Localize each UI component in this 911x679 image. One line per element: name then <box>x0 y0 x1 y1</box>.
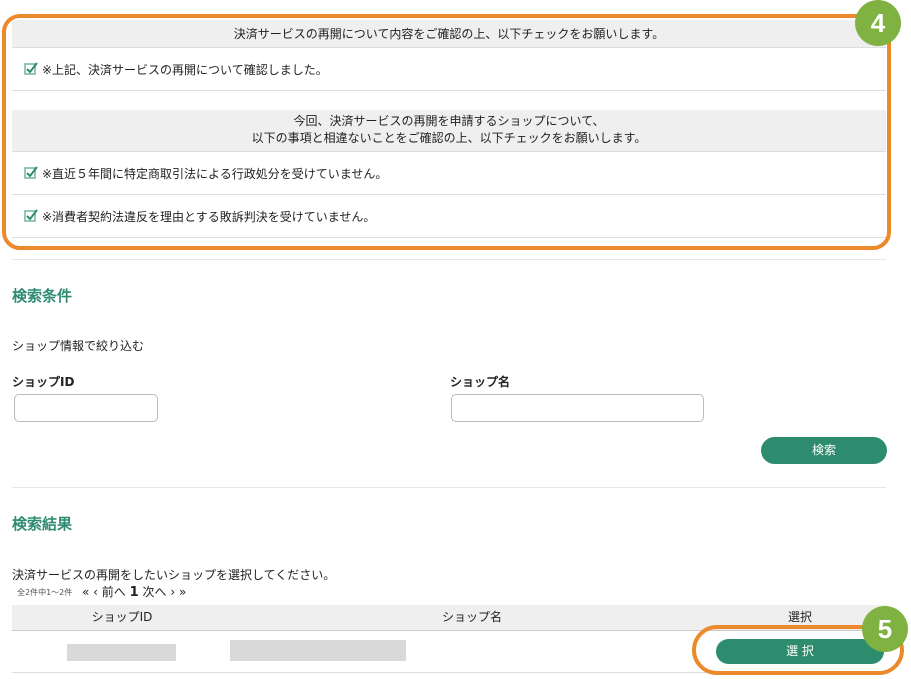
pager-current-page: 1 <box>129 585 139 600</box>
confirm-header-2-line2: 以下の事項と相違ないことをご確認の上、以下チェックをお願いします。 <box>251 131 647 145</box>
checked-checkbox-icon[interactable] <box>24 209 38 223</box>
confirm-header-1: 決済サービスの再開について内容をご確認の上、以下チェックをお願いします。 <box>12 20 886 48</box>
results-section-title: 検索結果 <box>12 515 73 533</box>
step-badge-5: 5 <box>862 606 908 652</box>
confirmation-section: 決済サービスの再開について内容をご確認の上、以下チェックをお願いします。 ※上記… <box>12 20 886 238</box>
column-header-shop-name: ショップ名 <box>441 610 502 624</box>
redacted-shop-id <box>67 644 176 661</box>
confirm-check-label-1: ※上記、決済サービスの再開について確認しました。 <box>42 62 328 77</box>
shop-name-label: ショップ名 <box>450 375 511 389</box>
confirm-check-row-1[interactable]: ※上記、決済サービスの再開について確認しました。 <box>12 48 886 91</box>
confirm-check-label-2: ※直近５年間に特定商取引法による行政処分を受けていません。 <box>42 166 388 181</box>
pager-last-link[interactable]: » <box>179 585 186 599</box>
filter-label: ショップ情報で絞り込む <box>12 339 145 353</box>
confirm-check-label-3: ※消費者契約法違反を理由とする敗訴判決を受けていません。 <box>42 209 376 224</box>
result-count: 全2件中1～2件 <box>17 588 73 597</box>
results-instruction: 決済サービスの再開をしたいショップを選択してください。 <box>12 568 336 582</box>
pager-prev-link[interactable]: ‹ 前へ <box>93 585 126 599</box>
redacted-shop-name <box>230 640 406 661</box>
results-table-header: ショップID ショップ名 選択 <box>12 605 886 631</box>
shop-name-input[interactable] <box>451 394 704 422</box>
divider <box>12 259 886 260</box>
confirm-header-2: 今回、決済サービスの再開を申請するショップについて、 以下の事項と相違ないことを… <box>12 110 886 152</box>
confirm-header-2-line1: 今回、決済サービスの再開を申請するショップについて、 <box>293 114 605 128</box>
select-shop-button[interactable]: 選 択 <box>716 639 884 664</box>
checked-checkbox-icon[interactable] <box>24 62 38 76</box>
confirm-check-row-2[interactable]: ※直近５年間に特定商取引法による行政処分を受けていません。 <box>12 152 886 195</box>
search-button[interactable]: 検索 <box>761 437 887 464</box>
pager-next-link[interactable]: 次へ › <box>143 585 176 599</box>
column-header-select: 選択 <box>787 610 812 624</box>
shop-id-input[interactable] <box>14 394 158 422</box>
divider <box>12 487 886 488</box>
checked-checkbox-icon[interactable] <box>24 166 38 180</box>
pager-first-link[interactable]: « <box>82 585 89 599</box>
shop-id-label: ショップID <box>12 375 75 389</box>
step-badge-4: 4 <box>855 0 901 46</box>
pagination: « ‹ 前へ 1 次へ › » <box>82 583 186 600</box>
confirm-check-row-3[interactable]: ※消費者契約法違反を理由とする敗訴判決を受けていません。 <box>12 195 886 238</box>
search-section-title: 検索条件 <box>12 287 73 305</box>
column-header-shop-id: ショップID <box>91 610 153 624</box>
